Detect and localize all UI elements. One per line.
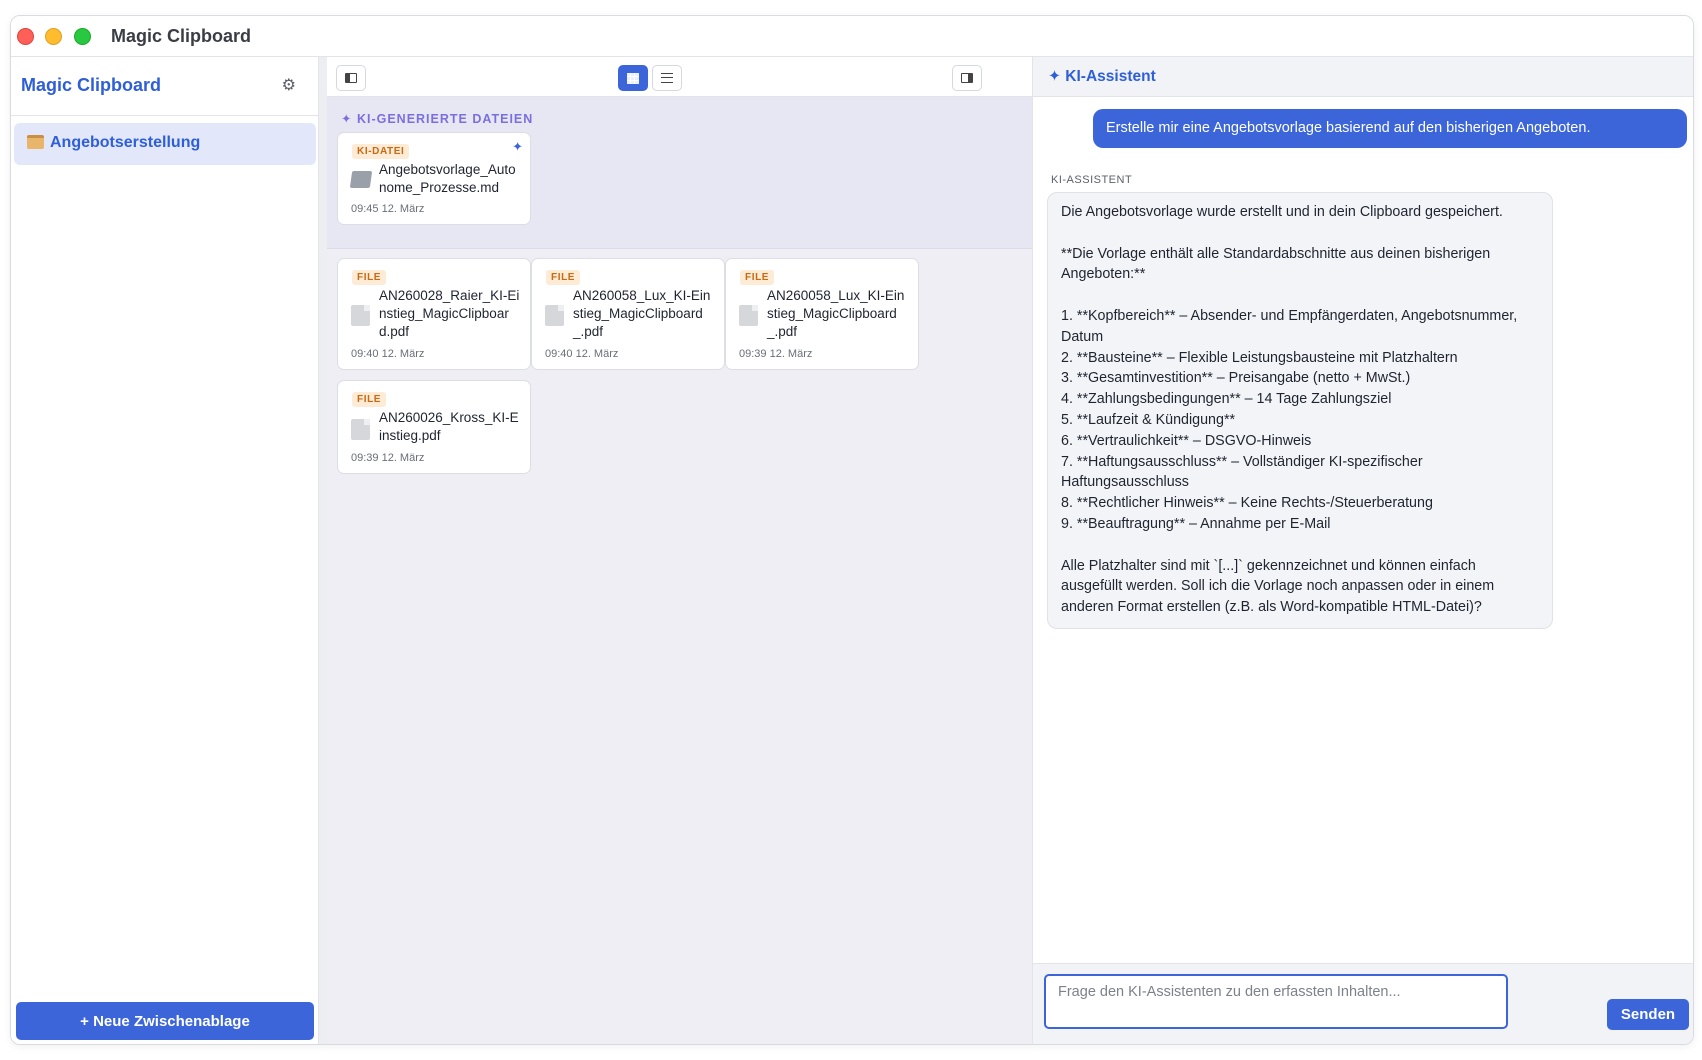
file-date: 09:40 12. März [545,348,619,360]
file-type-badge: FILE [546,270,581,285]
ai-message-line: 6. **Vertraulichkeit** – DSGVO-Hinweis [1061,432,1312,449]
sidebar-title: Magic Clipboard [21,75,162,95]
ai-message-line: 8. **Rechtlicher Hinweis** – Keine Recht… [1061,495,1433,512]
ai-message-line: **Die Vorlage enthält alle Standardabsch… [1061,245,1491,283]
sidebar-item-label: Angebotserstellung [50,134,201,151]
toggle-assistant-button[interactable] [952,65,982,91]
file-type-badge: FILE [352,392,387,407]
ai-generated-files-section: ✦ KI-GENERIERTE DATEIEN KI-DATEI ✦ Angeb… [327,97,1032,249]
ai-message: Die Angebotsvorlage wurde erstellt und i… [1047,192,1553,629]
sidebar-item-angebotserstellung[interactable]: Angebotserstellung [14,123,316,165]
sidebar-header: Magic Clipboard ⚙ [11,57,318,116]
file-name: AN260058_Lux_KI-Einstieg_MagicClipboard_… [573,288,711,339]
file-date: 09:40 12. März [351,348,425,360]
ai-message-line: 2. **Bausteine** – Flexible Leistungsbau… [1061,349,1458,366]
file-card[interactable]: FILE AN260058_Lux_KI-Einstieg_MagicClipb… [531,258,725,370]
ai-files-heading: ✦ KI-GENERIERTE DATEIEN [341,112,534,126]
file-type-badge: KI-DATEI [352,144,410,159]
ai-message-line: Alle Platzhalter sind mit `[...]` gekenn… [1061,557,1495,616]
document-icon [351,305,370,326]
ai-message-label: KI-ASSISTENT [1051,174,1133,186]
file-name: AN260028_Raier_KI-Einstieg_MagicClipboar… [379,288,520,339]
ai-message-line: 9. **Beauftragung** – Annahme per E-Mail [1061,515,1331,532]
sidebar-resize-handle[interactable] [319,57,327,1044]
document-icon [545,305,564,326]
ai-message-line [1061,285,1539,306]
ai-message-line: 3. **Gesamtinvestition** – Preisangabe (… [1061,370,1411,387]
new-clipboard-button[interactable]: + Neue Zwischenablage [16,1002,314,1040]
file-card[interactable]: FILE AN260028_Raier_KI-Einstieg_MagicCli… [337,258,531,370]
assistant-panel-toggle-icon [961,73,973,83]
ai-message-line: 7. **Haftungsausschluss** – Vollständige… [1061,453,1423,491]
sidebar-toggle-icon [345,73,357,83]
file-card[interactable]: FILE AN260058_Lux_KI-Einstieg_MagicClipb… [725,258,919,370]
document-icon [351,419,370,440]
grid-view-icon [627,72,639,84]
file-name: AN260026_Kross_KI-Einstieg.pdf [379,410,519,443]
ai-message-line [1061,223,1539,244]
files-grid: FILE AN260028_Raier_KI-Einstieg_MagicCli… [327,249,1032,1044]
files-toolbar [327,57,1032,97]
window-title: Magic Clipboard [111,26,252,46]
ai-file-card[interactable]: KI-DATEI ✦ Angebotsvorlage_Autonome_Proz… [337,132,531,225]
ai-message-line: Die Angebotsvorlage wurde erstellt und i… [1061,204,1503,220]
assistant-header: ✦ KI-Assistent [1033,57,1693,97]
send-button[interactable]: Senden [1607,999,1689,1030]
chat-input[interactable] [1044,974,1508,1029]
files-panel: ✦ KI-GENERIERTE DATEIEN KI-DATEI ✦ Angeb… [327,57,1033,1044]
file-name: Angebotsvorlage_Autonome_Prozesse.md [379,162,516,195]
file-date: 09:45 12. März [351,203,425,215]
assistant-title: ✦ KI-Assistent [1048,68,1156,85]
sidebar: Magic Clipboard ⚙ Angebotserstellung + N… [11,57,319,1044]
user-message: Erstelle mir eine Angebotsvorlage basier… [1093,109,1687,148]
ai-message-line [1061,535,1539,556]
file-date: 09:39 12. März [351,452,425,464]
grid-view-button[interactable] [618,65,648,91]
minimize-window-button[interactable] [45,28,62,45]
file-date: 09:39 12. März [739,348,813,360]
list-view-button[interactable] [652,65,682,91]
file-name: AN260058_Lux_KI-Einstieg_MagicClipboard_… [767,288,905,339]
ai-message-line: 4. **Zahlungsbedingungen** – 14 Tage Zah… [1061,391,1392,408]
ai-message-line: 1. **Kopfbereich** – Absender- und Empfä… [1061,307,1518,345]
chat-footer: Senden [1033,963,1693,1044]
title-bar: Magic Clipboard [11,16,1693,57]
close-window-button[interactable] [17,28,34,45]
gear-icon[interactable]: ⚙ [282,75,296,95]
maximize-window-button[interactable] [74,28,91,45]
folder-icon [27,135,44,149]
list-view-icon [661,73,673,83]
sparkle-icon: ✦ [512,139,523,154]
app-window: Magic Clipboard Magic Clipboard ⚙ Angebo… [10,15,1694,1045]
file-type-badge: FILE [740,270,775,285]
ai-message-line: 5. **Laufzeit & Kündigung** [1061,411,1236,428]
folder-icon [349,171,373,188]
file-type-badge: FILE [352,270,387,285]
toggle-sidebar-button[interactable] [336,65,366,91]
file-card[interactable]: FILE AN260026_Kross_KI-Einstieg.pdf 09:3… [337,380,531,474]
document-icon [739,305,758,326]
assistant-panel: ✦ KI-Assistent Erstelle mir eine Angebot… [1033,57,1693,1044]
